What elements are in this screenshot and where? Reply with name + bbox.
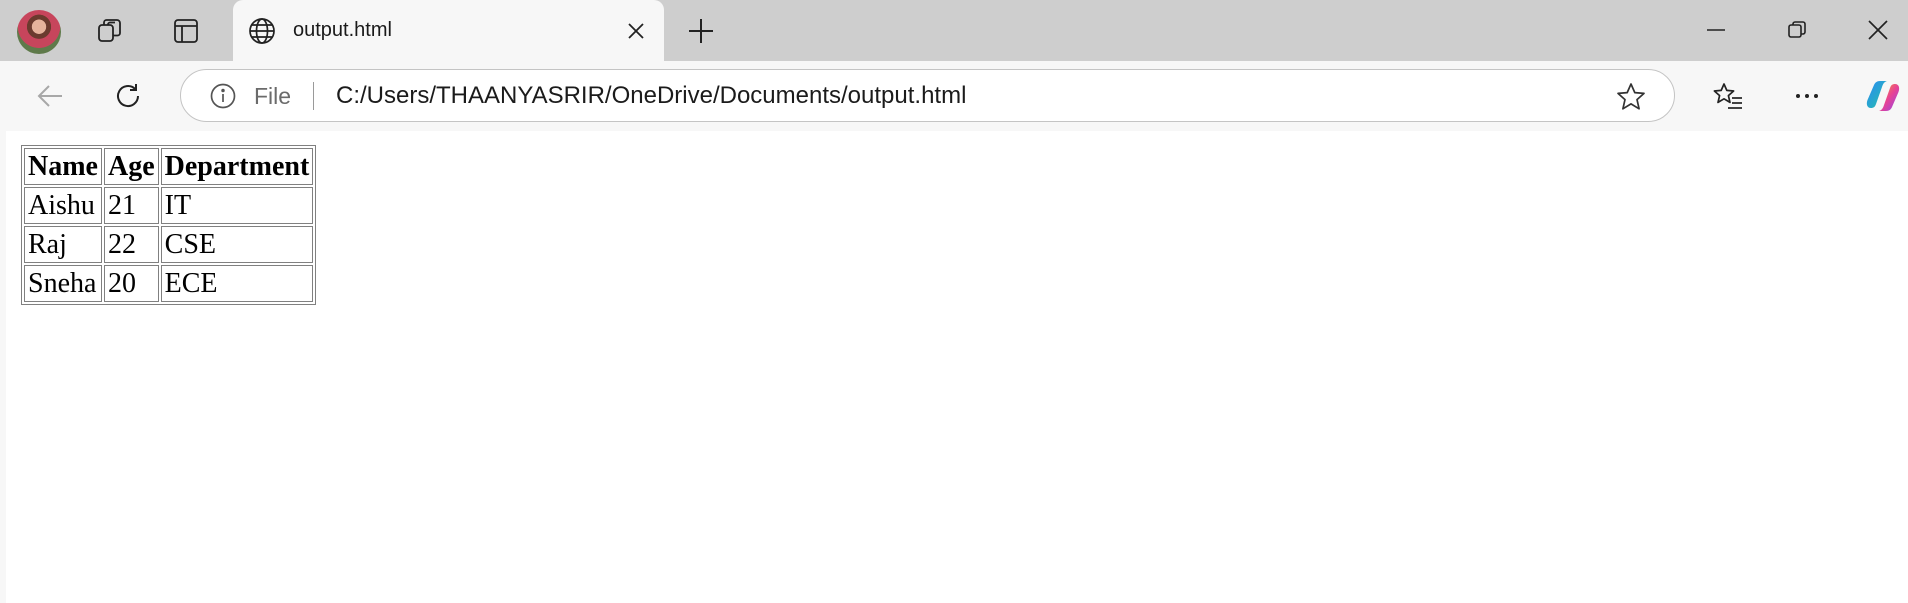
workspaces-icon <box>95 16 125 46</box>
copilot-button[interactable] <box>1862 75 1904 117</box>
more-icon <box>1796 94 1818 98</box>
back-button[interactable] <box>29 75 71 117</box>
header-department: Department <box>160 148 314 185</box>
cell-age: 21 <box>103 187 159 224</box>
header-name: Name <box>24 148 102 185</box>
url-text[interactable]: C:/Users/THAANYASRIR/OneDrive/Documents/… <box>336 82 966 110</box>
minimize-icon <box>1707 29 1725 31</box>
favorites-button[interactable] <box>1707 75 1749 117</box>
cell-department: IT <box>160 187 314 224</box>
refresh-icon <box>117 84 140 108</box>
cell-name: Aishu <box>24 187 102 224</box>
viewport-edge <box>0 131 6 603</box>
tab-active[interactable]: output.html <box>233 0 664 61</box>
table-row: Raj 22 CSE <box>24 226 314 263</box>
plus-icon <box>689 19 713 43</box>
address-separator <box>313 82 314 110</box>
workspaces-button[interactable] <box>89 11 131 51</box>
back-arrow-icon <box>37 85 62 107</box>
restore-button[interactable] <box>1773 8 1821 52</box>
cell-department: ECE <box>160 265 314 302</box>
tab-actions-icon <box>171 16 201 46</box>
refresh-button[interactable] <box>107 75 149 117</box>
new-tab-button[interactable] <box>681 11 721 51</box>
cell-age: 20 <box>103 265 159 302</box>
scheme-label: File <box>254 83 292 109</box>
copilot-icon <box>1866 81 1900 111</box>
tab-title: output.html <box>293 19 392 41</box>
minimize-button[interactable] <box>1692 8 1740 52</box>
avatar[interactable] <box>17 10 61 54</box>
favorites-icon <box>1713 83 1742 109</box>
star-icon[interactable] <box>1615 81 1647 113</box>
globe-icon <box>247 16 277 46</box>
close-window-button[interactable] <box>1854 8 1902 52</box>
header-age: Age <box>103 148 159 185</box>
cell-name: Raj <box>24 226 102 263</box>
address-bar[interactable]: File C:/Users/THAANYASRIR/OneDrive/Docum… <box>180 69 1675 122</box>
cell-name: Sneha <box>24 265 102 302</box>
restore-icon <box>1788 21 1806 38</box>
close-icon <box>1868 20 1888 40</box>
cell-age: 22 <box>103 226 159 263</box>
browser-window: output.html File C:/Users/THAANYASRIR/On… <box>0 0 1908 603</box>
tab-actions-button[interactable] <box>165 11 207 51</box>
table-header-row: Name Age Department <box>24 148 314 185</box>
table-row: Sneha 20 ECE <box>24 265 314 302</box>
tab-close-button[interactable] <box>621 16 651 46</box>
cell-department: CSE <box>160 226 314 263</box>
info-icon[interactable] <box>210 83 236 109</box>
tab-strip: output.html <box>0 0 1908 61</box>
table-row: Aishu 21 IT <box>24 187 314 224</box>
data-table: Name Age Department Aishu 21 IT Raj 22 C… <box>21 145 317 305</box>
more-button[interactable] <box>1786 75 1828 117</box>
close-icon <box>628 23 644 39</box>
toolbar: File C:/Users/THAANYASRIR/OneDrive/Docum… <box>0 61 1908 131</box>
